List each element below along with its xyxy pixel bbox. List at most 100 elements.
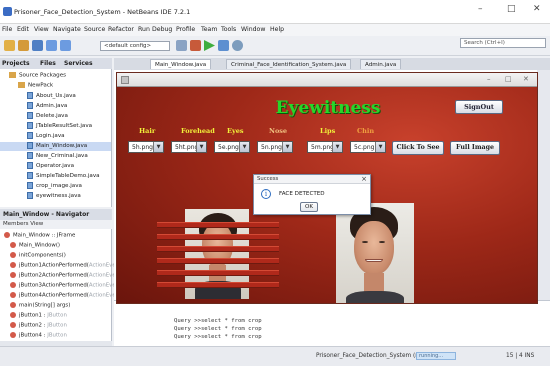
tree-file-item[interactable]: Delete.java (0, 112, 111, 121)
tree-file-item[interactable]: SimpleTableDemo.java (0, 172, 111, 181)
profile-icon[interactable] (232, 40, 243, 51)
tab-services[interactable]: Services (64, 60, 93, 67)
click-to-see-button[interactable]: Click To See (392, 141, 444, 155)
full-image-button[interactable]: Full Image (450, 141, 500, 155)
tree-item-label: NewPack (28, 82, 54, 89)
navigator-members-view[interactable]: Members View (0, 220, 112, 229)
forehead-select[interactable]: 5ht.png ▼ (171, 141, 207, 153)
tree-file-item[interactable]: eyewitness.java (0, 192, 111, 201)
overlay-strip (157, 234, 279, 240)
eyewitness-close-button[interactable]: ✕ (523, 75, 529, 83)
menu-team[interactable]: Team (201, 26, 217, 33)
editor-tab-admin[interactable]: Admin.java (360, 59, 402, 69)
tree-item-label: crop_image.java (36, 183, 82, 189)
hair-select[interactable]: 5h.png ▼ (128, 141, 164, 153)
navigator-member[interactable]: jButton3ActionPerformed(ActionEvent (0, 282, 121, 291)
face-mouth (365, 259, 383, 262)
maximize-button[interactable]: □ (507, 4, 516, 14)
menu-edit[interactable]: Edit (17, 26, 29, 33)
save-all-icon[interactable] (32, 40, 43, 51)
menu-view[interactable]: View (34, 26, 49, 33)
navigator-member[interactable]: Main_Window :: JFrame (0, 232, 75, 241)
lips-select[interactable]: 5m.png ▼ (307, 141, 343, 153)
redo-icon[interactable] (60, 40, 71, 51)
navigator-member[interactable]: jButton4ActionPerformed(ActionEvent (0, 292, 121, 301)
tree-file-item[interactable]: JTableResultSet.java (0, 122, 111, 131)
close-window-button[interactable]: ✕ (533, 4, 541, 14)
navigator-member[interactable]: jButton2ActionPerformed(ActionEvent (0, 272, 121, 281)
eyes-select[interactable]: 5e.png ▼ (214, 141, 250, 153)
menu-run[interactable]: Run (138, 26, 150, 33)
chevron-down-icon: ▼ (239, 142, 249, 152)
tree-item-label: Operator.java (36, 163, 75, 169)
method-icon (10, 272, 16, 278)
navigator-member-type: JButton (47, 322, 67, 329)
navigator-member-label: jButton1ActionPerformed( (19, 262, 89, 269)
tree-package-item[interactable]: Source Packages (0, 72, 111, 81)
menu-navigate[interactable]: Navigate (53, 26, 81, 33)
navigator-member-label: jButton2 : (19, 322, 48, 329)
face-eye (379, 241, 385, 243)
tree-file-item[interactable]: Admin.java (0, 102, 111, 111)
tree-file-item[interactable]: crop_image.java (0, 182, 111, 191)
editor-tab-criminal-face[interactable]: Criminal_Face_Identification_System.java (226, 59, 352, 69)
tree-file-item[interactable]: Operator.java (0, 162, 111, 171)
tree-file-item[interactable]: Login.java (0, 132, 111, 141)
navigator-member[interactable]: Main_Window() (0, 242, 60, 251)
tab-files[interactable]: Files (40, 60, 56, 67)
method-icon (10, 252, 16, 258)
menu-profile[interactable]: Profile (176, 26, 195, 33)
java-file-icon (27, 132, 33, 139)
java-file-icon (27, 112, 33, 119)
editor-tab-main-window[interactable]: Main_Window.java (150, 59, 212, 69)
eyewitness-titlebar: – □ ✕ (117, 73, 537, 87)
navigator-member-label: jButton1 : (19, 312, 48, 319)
eyewitness-minimize-button[interactable]: – (487, 75, 491, 83)
eyewitness-maximize-button[interactable]: □ (505, 75, 512, 83)
eyes-select-value: 5e.png (218, 144, 239, 151)
navigator-member[interactable]: jButton2 : JButton (0, 322, 67, 331)
output-line: Query >>select * from crop (174, 326, 262, 332)
tab-projects[interactable]: Projects (2, 60, 30, 67)
tree-package-item[interactable]: NewPack (0, 82, 111, 91)
tree-item-label: Admin.java (36, 103, 68, 109)
open-project-icon[interactable] (18, 40, 29, 51)
nose-select[interactable]: 5n.png ▼ (257, 141, 293, 153)
dialog-close-icon[interactable]: × (361, 175, 367, 183)
navigator-member[interactable]: jButton1ActionPerformed(ActionEvent (0, 262, 121, 271)
method-icon (10, 312, 16, 318)
menu-debug[interactable]: Debug (152, 26, 172, 33)
menu-window[interactable]: Window (241, 26, 265, 33)
chin-select[interactable]: 5c.png ▼ (350, 141, 386, 153)
dialog-ok-button[interactable]: OK (300, 202, 318, 212)
undo-icon[interactable] (46, 40, 57, 51)
ide-search-input[interactable]: Search (Ctrl+I) (460, 38, 546, 48)
ide-menubar: File Edit View Navigate Source Refactor … (0, 24, 550, 36)
netbeans-ide-window: Prisoner_Face_Detection_System - NetBean… (0, 0, 550, 366)
menu-tools[interactable]: Tools (221, 26, 236, 33)
navigator-member[interactable]: initComponents() (0, 252, 66, 261)
clean-build-icon[interactable] (190, 40, 201, 51)
overlay-strip (157, 222, 279, 228)
signout-button[interactable]: SignOut (455, 100, 503, 114)
run-icon[interactable] (204, 40, 215, 51)
overlay-strip (157, 270, 279, 276)
menu-file[interactable]: File (2, 26, 12, 33)
build-icon[interactable] (176, 40, 187, 51)
navigator-member[interactable]: jButton1 : JButton (0, 312, 67, 321)
java-file-icon (27, 142, 33, 149)
tree-item-label: Login.java (36, 133, 65, 139)
navigator-member[interactable]: jButton4 : JButton (0, 332, 67, 341)
menu-help[interactable]: Help (270, 26, 284, 33)
navigator-member[interactable]: main(String[] args) (0, 302, 70, 311)
debug-icon[interactable] (218, 40, 229, 51)
tree-file-item[interactable]: About_Us.java (0, 92, 111, 101)
menu-source[interactable]: Source (84, 26, 105, 33)
navigator-member-label: Main_Window :: JFrame (13, 232, 76, 239)
menu-refactor[interactable]: Refactor (108, 26, 134, 33)
tree-file-item[interactable]: Main_Window.java (0, 142, 111, 151)
configuration-select[interactable]: <default config> (100, 41, 170, 51)
minimize-button[interactable]: – (478, 4, 483, 14)
new-file-icon[interactable] (4, 40, 15, 51)
tree-file-item[interactable]: New_Criminal.java (0, 152, 111, 161)
